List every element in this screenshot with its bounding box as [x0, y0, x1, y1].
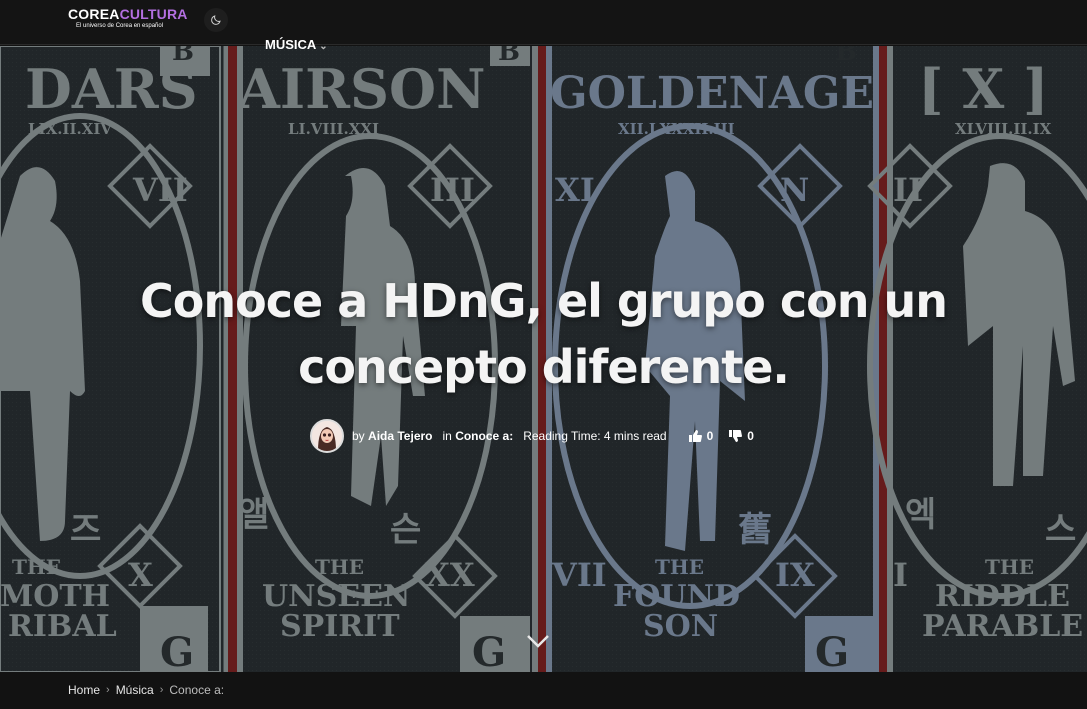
thumbs-down-icon [729, 430, 743, 442]
article-meta: by Aida Tejero in Conoce a: Reading Time… [310, 418, 754, 454]
thumbs-up-icon [688, 430, 702, 442]
nav-item-musica[interactable]: MÚSICA ⌄ [265, 37, 328, 52]
breadcrumb-home[interactable]: Home [68, 683, 100, 697]
logo-tagline: El universo de Corea en español [76, 23, 164, 29]
author-avatar[interactable] [310, 419, 344, 453]
logo-text-cultura: CULTURA [119, 6, 188, 22]
site-header: COREACULTURA El universo de Corea en esp… [0, 0, 1087, 52]
dislike-count: 0 [747, 429, 754, 443]
breadcrumb-section[interactable]: Música [116, 683, 154, 697]
hero-banner: DARS AIRSON GOLDENAGE [ X ] LIX.II.XIV L… [0, 46, 1087, 672]
logo-text-corea: COREA [68, 6, 120, 22]
category-link[interactable]: Conoce a: [455, 429, 513, 443]
author-link[interactable]: Aida Tejero [368, 429, 432, 443]
meta-in-label: in [442, 429, 452, 443]
meta-by-label: by [352, 429, 365, 443]
nav-item-label: MÚSICA [265, 37, 317, 52]
like-button[interactable]: 0 [688, 429, 714, 443]
reading-time: Reading Time: 4 mins read [523, 429, 667, 443]
theme-toggle-button[interactable] [204, 8, 228, 32]
article-title-line2: concepto diferente. [298, 340, 790, 394]
chevron-right-icon: › [159, 684, 164, 696]
dislike-button[interactable]: 0 [729, 429, 754, 443]
chevron-right-icon: › [106, 684, 110, 696]
article-title-line1: Conoce a HDnG, el grupo con un [140, 274, 948, 328]
site-logo[interactable]: COREACULTURA El universo de Corea en esp… [68, 7, 188, 29]
breadcrumb-current: Conoce a: [169, 683, 225, 697]
scroll-down-button[interactable] [526, 634, 550, 653]
chevron-down-icon [527, 635, 549, 648]
article-title: Conoce a HDnG, el grupo con un concepto … [100, 268, 987, 400]
breadcrumb: Home › Música › Conoce a: [68, 683, 224, 697]
chevron-down-icon: ⌄ [319, 41, 328, 52]
moon-icon [211, 15, 221, 25]
like-count: 0 [706, 429, 714, 443]
